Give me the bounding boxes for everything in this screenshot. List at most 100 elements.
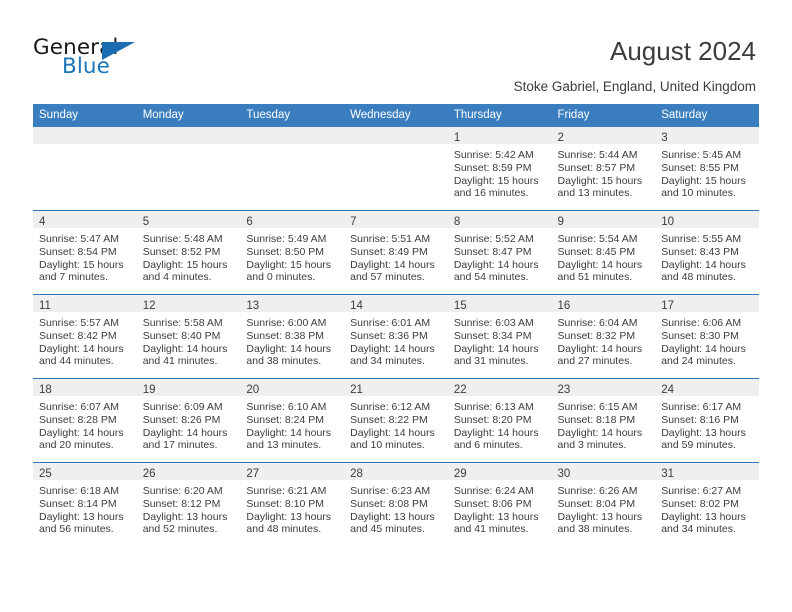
calendar-day-cell[interactable]: 20 Sunrise: 6:10 AM Sunset: 8:24 PM Dayligh… (240, 378, 345, 463)
day-detail-line: and 59 minutes. (661, 439, 736, 452)
calendar-day-cell[interactable]: 11 Sunrise: 5:57 AM Sunset: 8:42 PM Dayligh… (33, 294, 137, 379)
day-number-band: 19 (136, 379, 241, 396)
day-number: 2 (557, 132, 564, 144)
calendar-day-cell-empty (344, 127, 448, 211)
day-number: 30 (557, 468, 571, 480)
day-number-band: 8 (447, 211, 552, 228)
day-detail-line: and 48 minutes. (661, 271, 736, 284)
day-detail-line: Sunset: 8:38 PM (246, 329, 325, 342)
day-detail-line: and 6 minutes. (453, 439, 523, 452)
calendar-day-cell[interactable]: 12 Sunrise: 5:58 AM Sunset: 8:40 PM Dayligh… (136, 294, 241, 379)
day-detail-line: and 34 minutes. (661, 523, 736, 536)
calendar-day-cell[interactable]: 27 Sunrise: 6:21 AM Sunset: 8:10 PM Dayligh… (240, 462, 345, 546)
calendar-day-cell[interactable]: 22 Sunrise: 6:13 AM Sunset: 8:20 PM Dayligh… (447, 378, 552, 463)
calendar-day-cell[interactable]: 17 Sunrise: 6:06 AM Sunset: 8:30 PM Dayligh… (655, 294, 759, 379)
day-detail-line: and 16 minutes. (453, 187, 529, 200)
calendar-day-cell[interactable]: 25 Sunrise: 6:18 AM Sunset: 8:14 PM Dayligh… (33, 462, 137, 546)
day-detail-line: Sunset: 8:52 PM (142, 245, 221, 258)
calendar-day-cell[interactable]: 3 Sunrise: 5:45 AM Sunset: 8:55 PM Daylight… (655, 127, 759, 211)
day-detail-line: Sunrise: 6:13 AM (453, 401, 534, 413)
day-details (344, 144, 448, 210)
calendar-day-cell[interactable]: 16 Sunrise: 6:04 AM Sunset: 8:32 PM Dayligh… (551, 294, 656, 379)
day-details: Sunrise: 6:09 AM Sunset: 8:26 PM Daylight:… (137, 396, 241, 462)
day-detail-line: Daylight: 14 hours (557, 342, 643, 355)
page-header: General Blue August 2024 Stoke Gabriel, … (0, 0, 792, 96)
day-number-band: 5 (136, 211, 241, 228)
calendar-day-cell[interactable]: 28 Sunrise: 6:23 AM Sunset: 8:08 PM Dayligh… (344, 462, 448, 546)
day-number-band: 30 (551, 463, 656, 480)
day-detail-line: Daylight: 14 hours (661, 258, 746, 271)
brand-logo[interactable]: General Blue (33, 36, 163, 82)
calendar-day-cell[interactable]: 14 Sunrise: 6:01 AM Sunset: 8:36 PM Dayligh… (344, 294, 448, 379)
day-detail-line: and 3 minutes. (557, 439, 627, 452)
day-number: 4 (39, 216, 46, 228)
calendar-day-cell[interactable]: 31 Sunrise: 6:27 AM Sunset: 8:02 PM Dayligh… (655, 462, 759, 546)
day-detail-line: Sunset: 8:32 PM (557, 329, 636, 342)
calendar-week-row: 25 Sunrise: 6:18 AM Sunset: 8:14 PM Dayligh… (33, 462, 759, 546)
calendar-day-cell[interactable]: 30 Sunrise: 6:26 AM Sunset: 8:04 PM Dayligh… (551, 462, 656, 546)
calendar-day-cell[interactable]: 6 Sunrise: 5:49 AM Sunset: 8:50 PM Daylight… (240, 210, 345, 295)
day-details: Sunrise: 5:55 AM Sunset: 8:43 PM Daylight:… (655, 228, 759, 294)
calendar-day-cell[interactable]: 23 Sunrise: 6:15 AM Sunset: 8:18 PM Dayligh… (551, 378, 656, 463)
day-detail-line: Daylight: 15 hours (39, 258, 124, 271)
calendar-day-cell-empty (33, 127, 137, 211)
calendar-day-cell[interactable]: 1 Sunrise: 5:42 AM Sunset: 8:59 PM Daylight… (447, 127, 552, 211)
calendar-day-cell[interactable]: 29 Sunrise: 6:24 AM Sunset: 8:06 PM Dayligh… (447, 462, 552, 546)
day-number: 7 (350, 216, 357, 228)
calendar-day-cell[interactable]: 7 Sunrise: 5:51 AM Sunset: 8:49 PM Daylight… (344, 210, 448, 295)
calendar-day-cell[interactable]: 2 Sunrise: 5:44 AM Sunset: 8:57 PM Daylight… (551, 127, 656, 211)
day-detail-line: Sunrise: 5:54 AM (557, 233, 638, 245)
calendar-day-cell[interactable]: 15 Sunrise: 6:03 AM Sunset: 8:34 PM Dayligh… (447, 294, 552, 379)
calendar-day-cell-empty (240, 127, 345, 211)
calendar-day-cell[interactable]: 19 Sunrise: 6:09 AM Sunset: 8:26 PM Dayligh… (136, 378, 241, 463)
day-detail-line: Sunrise: 5:52 AM (453, 233, 534, 245)
day-detail-line: Daylight: 13 hours (661, 426, 746, 439)
day-detail-line: Sunset: 8:26 PM (142, 413, 221, 426)
calendar-day-cell[interactable]: 8 Sunrise: 5:52 AM Sunset: 8:47 PM Daylight… (447, 210, 552, 295)
day-number: 20 (246, 384, 260, 396)
brand-name-blue: Blue (62, 54, 110, 79)
calendar-day-cell[interactable]: 18 Sunrise: 6:07 AM Sunset: 8:28 PM Dayligh… (33, 378, 137, 463)
day-detail-line: and 13 minutes. (246, 439, 322, 452)
day-detail-line: Sunrise: 5:44 AM (557, 149, 638, 161)
calendar-day-cell[interactable]: 26 Sunrise: 6:20 AM Sunset: 8:12 PM Dayligh… (136, 462, 241, 546)
day-detail-line: and 0 minutes. (246, 271, 316, 284)
calendar-page: General Blue August 2024 Stoke Gabriel, … (0, 0, 792, 612)
calendar-body: 1 Sunrise: 5:42 AM Sunset: 8:59 PM Daylight… (33, 127, 759, 546)
calendar-day-cell[interactable]: 13 Sunrise: 6:00 AM Sunset: 8:38 PM Dayligh… (240, 294, 345, 379)
day-detail-line: and 56 minutes. (39, 523, 114, 536)
day-number: 10 (661, 216, 675, 228)
day-detail-line: Sunrise: 5:45 AM (661, 149, 742, 161)
day-detail-line: and 48 minutes. (246, 523, 322, 536)
day-number: 9 (557, 216, 564, 228)
calendar-day-cell[interactable]: 4 Sunrise: 5:47 AM Sunset: 8:54 PM Daylight… (33, 210, 137, 295)
calendar-day-cell[interactable]: 5 Sunrise: 5:48 AM Sunset: 8:52 PM Daylight… (136, 210, 241, 295)
day-number-band: 4 (33, 211, 137, 228)
day-number: 6 (246, 216, 253, 228)
calendar-day-cell[interactable]: 9 Sunrise: 5:54 AM Sunset: 8:45 PM Daylight… (551, 210, 656, 295)
day-detail-line: Sunrise: 5:51 AM (350, 233, 431, 245)
day-number-band: 12 (136, 295, 241, 312)
day-detail-line: Daylight: 13 hours (142, 510, 228, 523)
weekday-header-friday: Friday (551, 104, 656, 127)
day-detail-line: and 52 minutes. (142, 523, 218, 536)
day-detail-line: Sunrise: 6:06 AM (661, 317, 742, 329)
day-number-band: 15 (447, 295, 552, 312)
weekday-header-monday: Monday (136, 104, 241, 127)
calendar-day-cell-empty (136, 127, 241, 211)
day-number: 23 (557, 384, 571, 396)
day-number: 29 (453, 468, 467, 480)
day-number: 13 (246, 300, 260, 312)
calendar-day-cell[interactable]: 24 Sunrise: 6:17 AM Sunset: 8:16 PM Dayligh… (655, 378, 759, 463)
day-detail-line: and 41 minutes. (453, 523, 529, 536)
calendar-day-cell[interactable]: 10 Sunrise: 5:55 AM Sunset: 8:43 PM Dayligh… (655, 210, 759, 295)
calendar-day-cell[interactable]: 21 Sunrise: 6:12 AM Sunset: 8:22 PM Dayligh… (344, 378, 448, 463)
day-number-band: 14 (344, 295, 448, 312)
day-number-band (33, 127, 137, 144)
day-number-band: 16 (551, 295, 656, 312)
day-detail-line: Sunset: 8:59 PM (453, 161, 532, 174)
day-detail-line: Sunrise: 6:09 AM (142, 401, 223, 413)
day-detail-line: Sunset: 8:10 PM (246, 497, 325, 510)
day-detail-line: Daylight: 14 hours (453, 342, 539, 355)
day-details: Sunrise: 5:58 AM Sunset: 8:40 PM Daylight:… (137, 312, 241, 378)
